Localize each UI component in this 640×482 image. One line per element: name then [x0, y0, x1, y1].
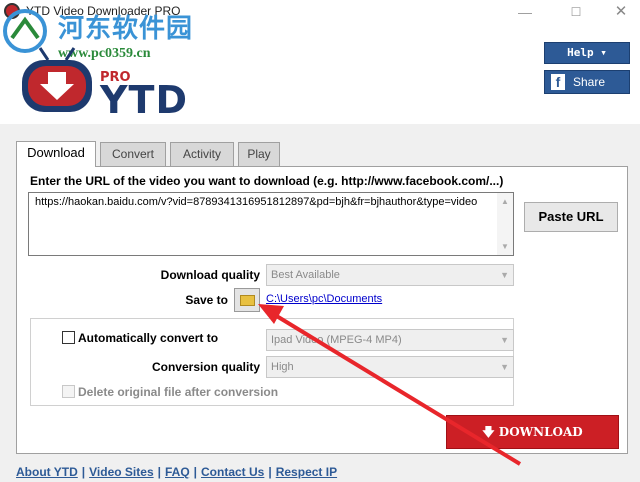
scroll-up-icon[interactable]: ▲ [501, 197, 509, 206]
convert-format-select[interactable]: Ipad Video (MPEG-4 MP4) ▼ [266, 329, 514, 351]
share-button[interactable]: f Share [544, 70, 630, 94]
auto-convert-label: Automatically convert to [78, 331, 219, 345]
chevron-down-icon: ▼ [500, 362, 509, 372]
footer-link-contact[interactable]: Contact Us [201, 465, 264, 479]
tab-convert[interactable]: Convert [100, 142, 166, 166]
chevron-down-icon: ▼ [500, 335, 509, 345]
chevron-down-icon: ▼ [500, 270, 509, 280]
auto-convert-checkbox[interactable] [62, 331, 75, 344]
save-to-label: Save to [185, 293, 228, 307]
tab-activity[interactable]: Activity [170, 142, 234, 166]
arrow-down-icon: 🡇 [482, 425, 495, 439]
footer-links: About YTD | Video Sites | FAQ | Contact Us | Res… [16, 465, 338, 479]
footer-link-faq[interactable]: FAQ [165, 465, 190, 479]
download-quality-select[interactable]: Best Available ▼ [266, 264, 514, 286]
facebook-icon: f [551, 74, 565, 90]
delete-original-checkbox[interactable] [62, 385, 75, 398]
share-label: Share [573, 75, 606, 89]
minimize-button[interactable]: — [502, 0, 548, 24]
url-input[interactable]: https://haokan.baidu.com/v?vid=878934131… [28, 192, 514, 256]
url-input-value: https://haokan.baidu.com/v?vid=878934131… [35, 196, 478, 208]
folder-icon [240, 295, 255, 306]
ytd-logo-text: YTD [100, 78, 188, 122]
url-scrollbar[interactable]: ▲ ▼ [497, 193, 513, 255]
convert-format-value: Ipad Video (MPEG-4 MP4) [271, 334, 402, 346]
watermark-site-name: 河东软件园 [58, 14, 194, 44]
delete-original-label: Delete original file after conversion [78, 385, 279, 399]
tab-download[interactable]: Download [16, 141, 96, 167]
scroll-down-icon[interactable]: ▼ [501, 242, 509, 251]
tab-play[interactable]: Play [238, 142, 280, 166]
maximize-button[interactable]: ☐ [553, 0, 599, 24]
close-button[interactable]: ✕ [598, 0, 640, 24]
save-path-link[interactable]: C:\Users\pc\Documents [266, 293, 382, 305]
url-prompt-label: Enter the URL of the video you want to d… [30, 174, 504, 188]
ytd-tv-logo-icon [22, 47, 92, 112]
footer-link-video-sites[interactable]: Video Sites [89, 465, 153, 479]
download-button-label: DOWNLOAD [498, 425, 583, 439]
download-quality-label: Download quality [160, 268, 260, 282]
paste-url-button[interactable]: Paste URL [524, 202, 618, 232]
footer-link-respect-ip[interactable]: Respect IP [276, 465, 337, 479]
download-quality-value: Best Available [271, 269, 340, 281]
help-button[interactable]: Help ▾ [544, 42, 630, 64]
footer-link-about[interactable]: About YTD [16, 465, 78, 479]
browse-folder-button[interactable] [234, 288, 260, 312]
download-button[interactable]: 🡇 DOWNLOAD [446, 415, 619, 449]
conversion-quality-label: Conversion quality [151, 360, 260, 374]
conversion-quality-value: High [271, 361, 294, 373]
conversion-quality-select[interactable]: High ▼ [266, 356, 514, 378]
